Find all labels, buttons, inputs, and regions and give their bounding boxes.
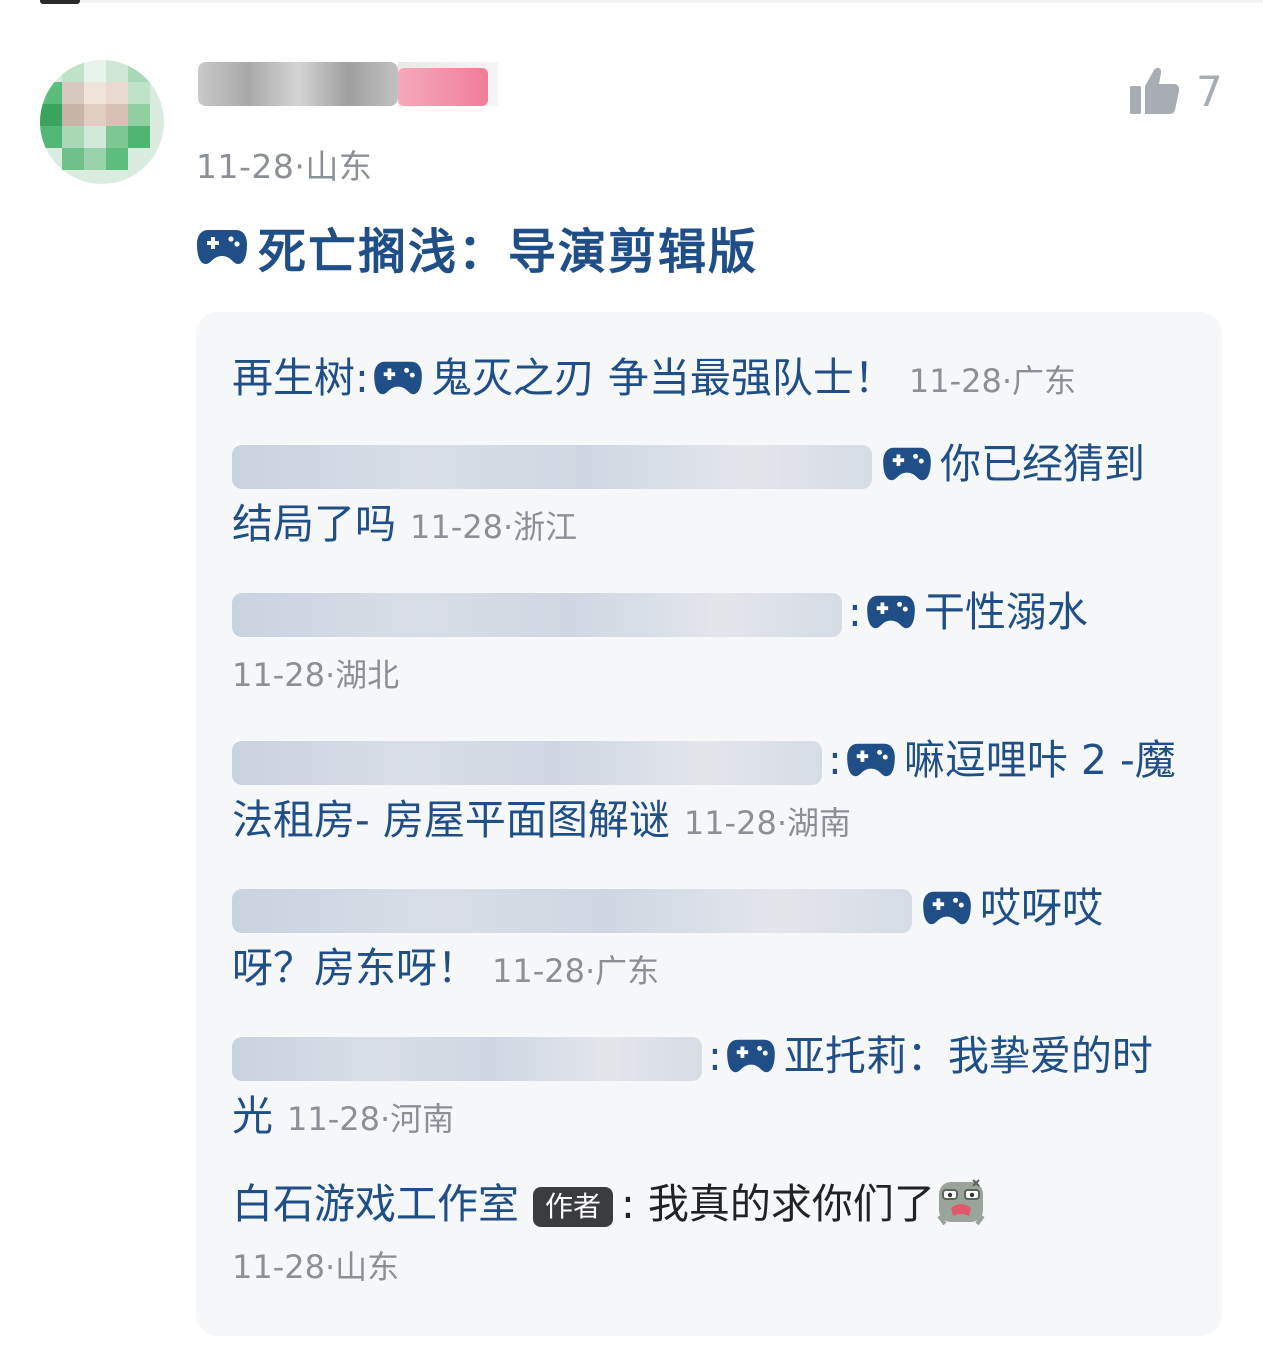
reply-colon: : — [708, 1032, 722, 1080]
reply-item[interactable]: 白石游戏工作室 作者: 我真的求你们了 11-28·山东 — [232, 1174, 1182, 1297]
reply-colon: : — [828, 736, 842, 784]
reply-date: 11-28 — [908, 362, 1002, 400]
top-divider — [80, 0, 1263, 3]
reply-item[interactable]: : 干性溺水 11-28·湖北 — [232, 582, 1182, 705]
reply-date: 11-28 — [410, 508, 503, 546]
comment-location: 山东 — [305, 147, 373, 186]
reply-colon: : — [621, 1180, 648, 1228]
reply-date: 11-28 — [232, 656, 325, 694]
reply-username[interactable]: 白石游戏工作室 — [232, 1180, 519, 1228]
reply-game-title[interactable]: 干性溺水 — [924, 588, 1088, 636]
reply-username[interactable]: 再生树: — [232, 354, 369, 402]
gamepad-icon — [923, 891, 971, 925]
reply-text: 我真的求你们了 — [647, 1180, 935, 1228]
avatar[interactable] — [40, 60, 164, 184]
thumbs-up-icon — [1130, 67, 1180, 114]
reply-location: 湖南 — [786, 804, 851, 842]
reply-meta: 11-28·浙江 — [410, 508, 578, 546]
replies-panel: 再生树: 鬼灭之刃 争当最强队士！ 11-28·广东 你已经猜到结局了吗 11-28·… — [196, 312, 1222, 1336]
reply-location: 广东 — [595, 952, 660, 990]
reply-meta: 11-28·湖北 — [232, 656, 400, 694]
gamepad-icon — [847, 743, 895, 777]
reply-date: 11-28 — [232, 1248, 325, 1286]
reply-date: 11-28 — [287, 1100, 380, 1138]
reply-item[interactable]: 哎呀哎呀？房东呀！ 11-28·广东 — [232, 878, 1182, 1001]
reply-username-redacted[interactable] — [232, 445, 872, 489]
reply-meta: 11-28·河南 — [287, 1100, 455, 1138]
reply-meta: 11-28·山东 — [232, 1248, 400, 1286]
reply-location: 浙江 — [513, 508, 578, 546]
reply-item[interactable]: : 亚托莉：我挚爱的时光 11-28·河南 — [232, 1026, 1182, 1149]
comment-date: 11-28 — [196, 147, 295, 186]
reply-date: 11-28 — [492, 952, 585, 990]
status-indicator — [40, 0, 80, 4]
reply-game-title[interactable]: 鬼灭之刃 争当最强队士！ — [431, 354, 895, 402]
reply-username-redacted[interactable] — [232, 1037, 702, 1081]
game-title-link[interactable]: 死亡搁浅：导演剪辑版 — [258, 212, 758, 282]
reply-meta: 11-28·广东 — [908, 362, 1077, 400]
reply-item[interactable]: 你已经猜到结局了吗 11-28·浙江 — [232, 434, 1182, 557]
comment-body[interactable]: 死亡搁浅：导演剪辑版 — [196, 212, 758, 282]
reply-meta: 11-28·湖南 — [683, 804, 851, 842]
reply-item[interactable]: 再生树: 鬼灭之刃 争当最强队士！ 11-28·广东 — [232, 348, 1182, 411]
gamepad-icon — [374, 361, 422, 395]
reply-location: 山东 — [335, 1248, 400, 1286]
gamepad-icon — [197, 230, 247, 264]
reply-location: 湖北 — [335, 656, 400, 694]
reply-location: 广东 — [1012, 362, 1077, 400]
gamepad-icon — [883, 447, 931, 481]
reply-date: 11-28 — [683, 804, 777, 842]
crying-face-sticker-icon — [937, 1179, 985, 1226]
gamepad-icon — [727, 1039, 775, 1073]
reply-username-redacted[interactable] — [232, 889, 912, 933]
like-count: 7 — [1196, 66, 1223, 116]
gamepad-icon — [867, 595, 915, 629]
reply-item[interactable]: : 嘛逗哩咔 2 -魔法租房- 房屋平面图解谜 11-28·湖南 — [232, 730, 1182, 853]
author-badge: 作者 — [533, 1187, 614, 1227]
reply-username-redacted[interactable] — [232, 741, 822, 785]
reply-location: 河南 — [390, 1100, 455, 1138]
comment-meta: 11-28·山东 — [196, 140, 372, 188]
username-redacted[interactable] — [198, 62, 508, 106]
meta-separator: · — [294, 147, 306, 186]
like-button[interactable]: 7 — [1128, 64, 1228, 118]
reply-colon: : — [848, 588, 862, 636]
reply-username-redacted[interactable] — [232, 593, 842, 637]
reply-meta: 11-28·广东 — [492, 952, 660, 990]
